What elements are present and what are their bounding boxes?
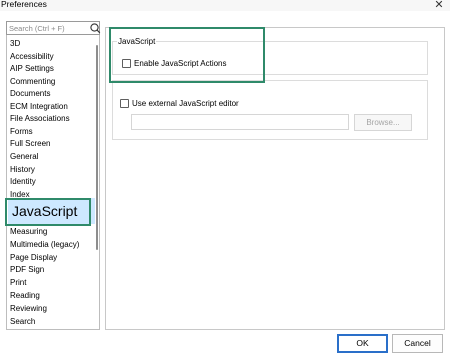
external-editor-checkbox[interactable]	[120, 98, 129, 108]
cancel-button[interactable]: Cancel	[392, 334, 443, 353]
category-item-forms[interactable]: Forms	[10, 126, 33, 138]
ok-button[interactable]: OK	[337, 334, 388, 353]
category-item-commenting[interactable]: Commenting	[10, 76, 55, 88]
category-item-documents[interactable]: Documents	[10, 88, 50, 100]
window-title: Preferences	[1, 0, 47, 9]
category-item-pdf-sign[interactable]: PDF Sign	[10, 264, 44, 276]
search-input[interactable]	[9, 23, 89, 34]
title-bar: Preferences ✕	[0, 0, 450, 11]
category-item-accessibility[interactable]: Accessibility	[10, 51, 54, 63]
category-item-file-associations[interactable]: File Associations	[10, 113, 70, 125]
highlight-box-javascript-category	[5, 198, 91, 226]
category-item-page-display[interactable]: Page Display	[10, 252, 57, 264]
category-item-history[interactable]: History	[10, 164, 35, 176]
category-item-identity[interactable]: Identity	[10, 176, 36, 188]
category-item-reading[interactable]: Reading	[10, 290, 40, 302]
category-item-measuring[interactable]: Measuring	[10, 226, 47, 238]
search-box[interactable]	[6, 21, 101, 35]
browse-button[interactable]: Browse...	[354, 114, 412, 131]
highlight-box-javascript-option	[109, 27, 265, 83]
category-item-aip-settings[interactable]: AIP Settings	[10, 63, 54, 75]
category-item-full-screen[interactable]: Full Screen	[10, 138, 50, 150]
category-item-reviewing[interactable]: Reviewing	[10, 303, 47, 315]
category-list: JavaScript 3D Accessibility AIP Settings…	[6, 35, 100, 330]
category-item-index[interactable]: Index	[10, 189, 30, 197]
close-icon[interactable]: ✕	[433, 0, 445, 11]
editor-group	[112, 80, 428, 140]
scrollbar-thumb[interactable]	[96, 45, 98, 250]
category-item-search[interactable]: Search	[10, 316, 35, 328]
category-item-print[interactable]: Print	[10, 277, 26, 289]
category-item-multimedia-legacy[interactable]: Multimedia (legacy)	[10, 239, 79, 251]
category-scrollbar[interactable]	[95, 35, 99, 329]
external-editor-label: Use external JavaScript editor	[132, 98, 239, 108]
editor-path-field[interactable]	[131, 114, 349, 130]
external-editor-option[interactable]: Use external JavaScript editor	[120, 97, 239, 109]
category-item-general[interactable]: General	[10, 151, 38, 163]
category-item-ecm-integration[interactable]: ECM Integration	[10, 101, 68, 113]
search-icon[interactable]	[89, 22, 101, 34]
category-item-3d[interactable]: 3D	[10, 38, 20, 50]
